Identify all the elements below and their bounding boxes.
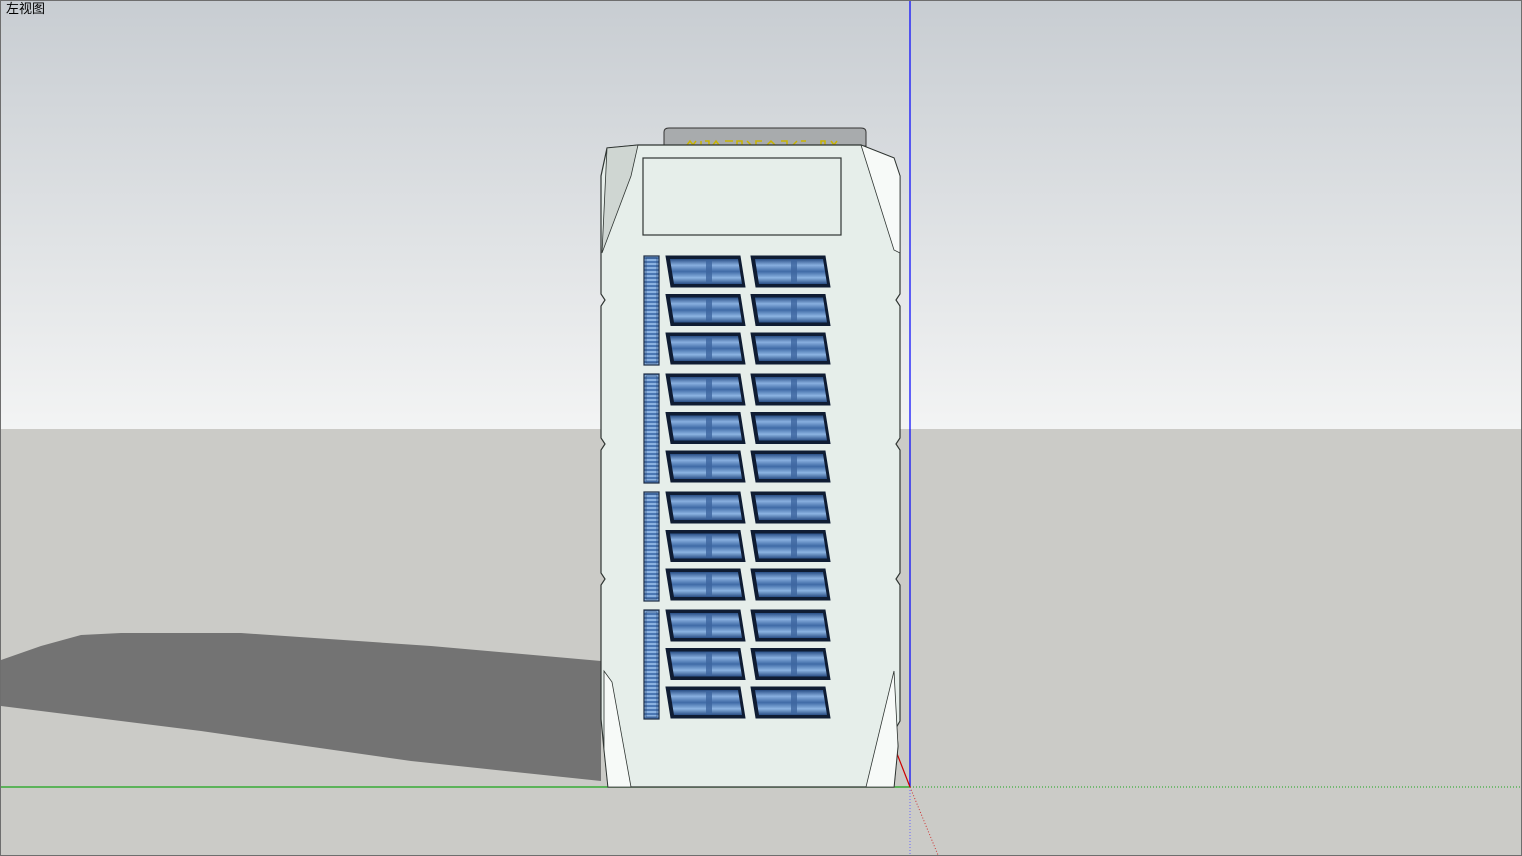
solar-panel-divider — [791, 691, 797, 714]
solar-panel-divider — [791, 614, 797, 637]
solar-panel-divider — [791, 337, 797, 360]
solar-panel-divider — [791, 298, 797, 322]
solar-panel-divider — [706, 298, 712, 322]
solar-panel-divider — [791, 496, 797, 519]
solar-panel-divider — [706, 416, 712, 440]
solar-panel-divider — [791, 416, 797, 440]
solar-panel-divider — [791, 652, 797, 676]
solar-panel-divider — [791, 378, 797, 401]
scene — [1, 1, 1521, 855]
solar-panel-divider — [706, 534, 712, 558]
solar-panel-divider — [791, 260, 797, 283]
top-display-board — [642, 157, 842, 236]
solar-panel-divider — [791, 573, 797, 596]
solar-panel-divider — [706, 260, 712, 283]
solar-panel-divider — [706, 378, 712, 401]
solar-panel-divider — [706, 337, 712, 360]
building-model[interactable] — [600, 127, 901, 788]
solar-panel-divider — [706, 652, 712, 676]
solar-panel-divider — [791, 455, 797, 478]
3d-viewport[interactable]: 左视图 — [0, 0, 1522, 856]
solar-panel-divider — [706, 614, 712, 637]
solar-panel-divider — [706, 496, 712, 519]
view-name-label: 左视图 — [6, 2, 46, 17]
solar-panel-divider — [791, 534, 797, 558]
solar-panel-divider — [706, 573, 712, 596]
solar-panel-divider — [706, 455, 712, 478]
solar-panel-divider — [706, 691, 712, 714]
